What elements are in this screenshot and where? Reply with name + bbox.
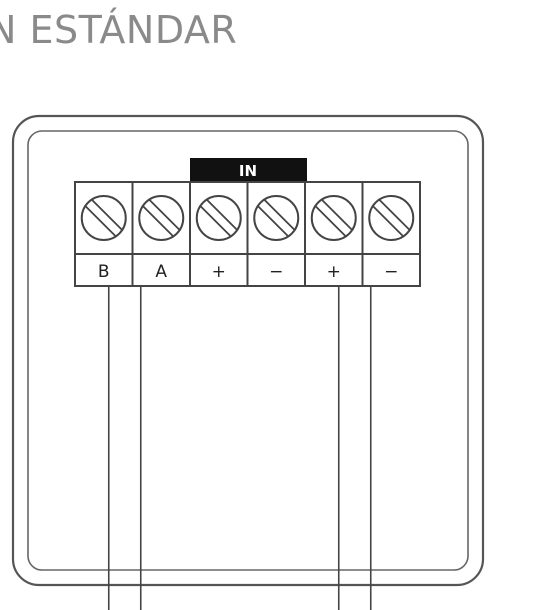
screw-icon (368, 195, 415, 241)
in-label: IN (239, 162, 257, 180)
terminal-label: − (384, 262, 398, 282)
screw-icon (195, 195, 242, 241)
terminal-label: − (269, 262, 283, 282)
terminal-label: A (155, 262, 167, 282)
wiring-diagram: IN B A + − + − (11, 114, 485, 610)
in-label-bar: IN (190, 158, 307, 182)
screw-icon (310, 195, 357, 241)
terminal-label: + (327, 262, 341, 282)
terminal-label: B (98, 262, 110, 282)
terminal-label: + (212, 262, 226, 282)
screw-icon (253, 195, 300, 241)
screw-icon (80, 195, 127, 241)
screw-icon (138, 195, 185, 241)
